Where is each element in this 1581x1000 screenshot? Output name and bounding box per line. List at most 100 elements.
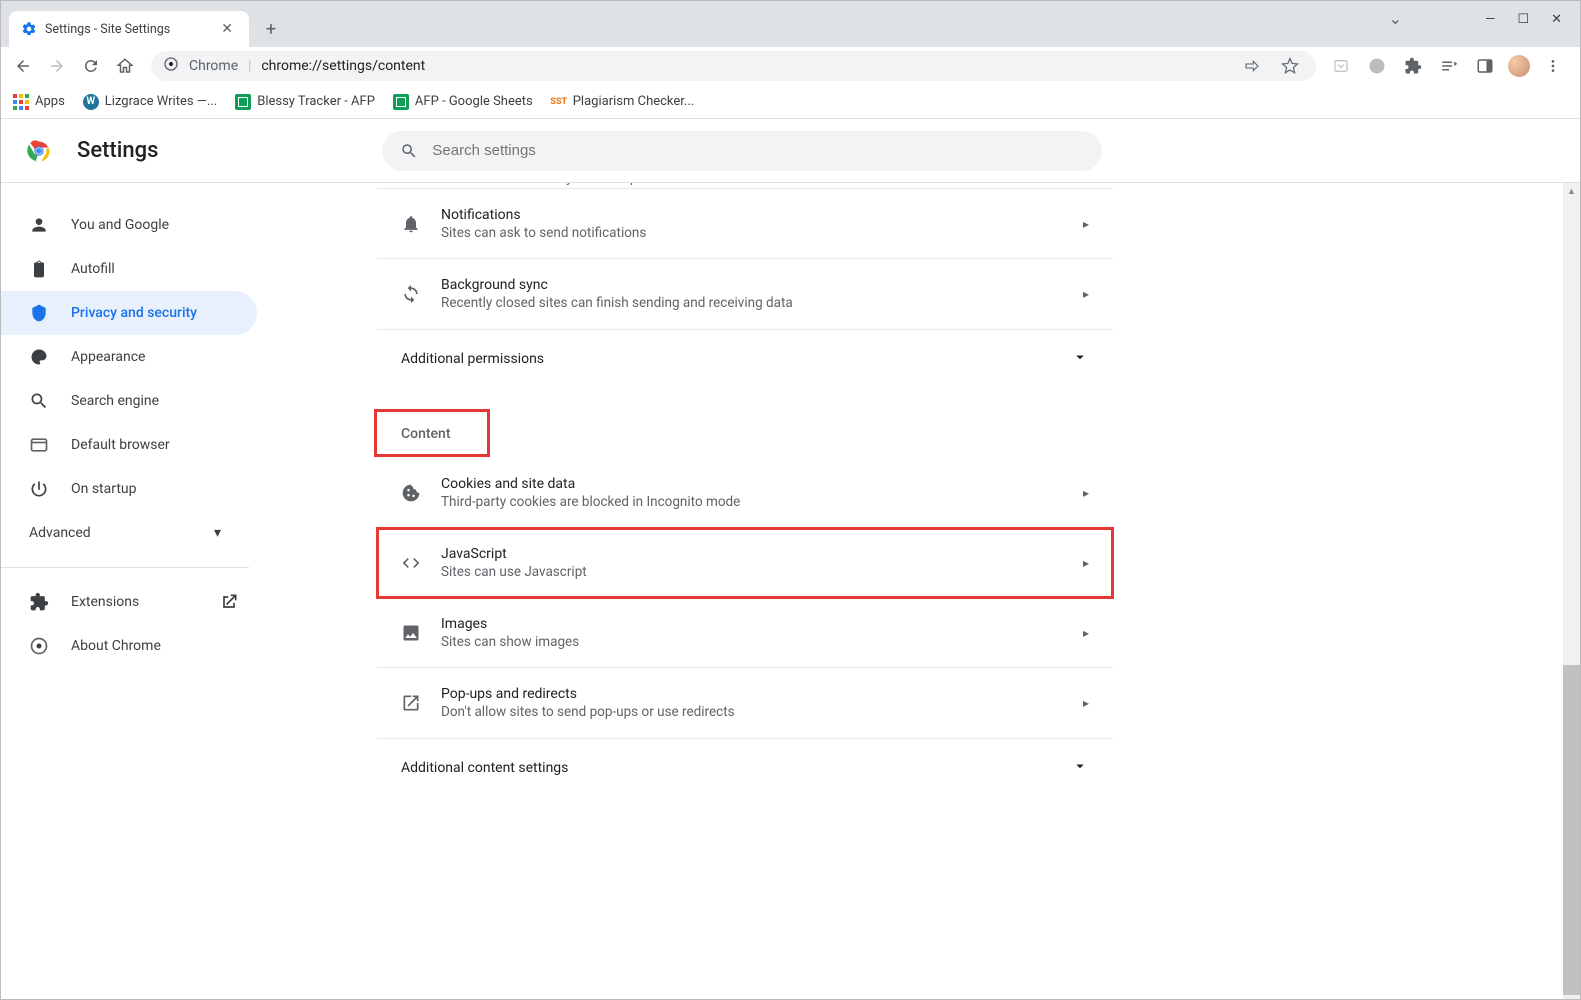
row-notifications[interactable]: Notifications Sites can ask to send noti… [377,189,1113,259]
chevron-down-icon: ▾ [214,525,221,541]
chevron-right-icon: ▸ [1083,696,1089,710]
maximize-button[interactable]: ☐ [1517,12,1529,27]
row-title: Images [441,616,1083,632]
chevron-down-icon [1071,348,1089,370]
palette-icon [29,347,49,367]
site-info-icon[interactable] [163,56,179,76]
sidepanel-icon[interactable] [1472,52,1498,80]
shield-icon [29,303,49,323]
content-section-label: Content [377,412,487,454]
window-controls: — ☐ ✕ [1471,1,1576,37]
bookmark-3[interactable]: AFP - Google Sheets [393,94,533,110]
bell-icon [401,214,441,234]
bookmark-star-icon[interactable] [1276,52,1304,80]
bookmark-1-label: Lizgrace Writes —... [105,94,217,109]
row-images[interactable]: Images Sites can show images ▸ [377,598,1113,668]
bookmarks-bar: Apps W Lizgrace Writes —... Blessy Track… [1,85,1580,119]
bookmark-4[interactable]: SST Plagiarism Checker... [551,94,694,110]
browser-icon [29,435,49,455]
address-bar[interactable]: Chrome | chrome://settings/content [151,51,1316,81]
sidebar-item-default-browser[interactable]: Default browser [1,423,257,467]
search-icon [29,391,49,411]
apps-label: Apps [35,94,65,109]
scrollbar-thumb[interactable] [1563,665,1580,995]
sidebar-item-privacy-security[interactable]: Privacy and security [1,291,257,335]
apps-shortcut[interactable]: Apps [13,94,65,110]
sidebar-label: Extensions [71,594,197,610]
home-button[interactable] [111,52,139,80]
open-external-icon [219,592,239,612]
additional-content-expander[interactable]: Additional content settings [377,738,1113,797]
settings-content: Sites can ask to use your microphone Not… [273,183,1580,999]
search-settings-input[interactable] [432,142,1084,159]
row-javascript[interactable]: JavaScript Sites can use Javascript ▸ [377,528,1113,598]
sidebar-item-you-and-google[interactable]: You and Google [1,203,257,247]
reload-button[interactable] [77,52,105,80]
sidebar-label: Search engine [71,393,159,409]
scroll-up-arrow[interactable]: ▲ [1563,183,1580,199]
additional-permissions-expander[interactable]: Additional permissions [377,329,1113,388]
clipped-row-subtitle: Sites can ask to use your microphone [443,183,667,186]
bookmark-4-label: Plagiarism Checker... [573,94,694,109]
chevron-down-icon [1071,757,1089,779]
page-scrollbar[interactable]: ▲ [1563,183,1580,999]
pocket-icon[interactable] [1328,52,1354,80]
row-popups[interactable]: Pop-ups and redirects Don't allow sites … [377,668,1113,738]
forward-button[interactable] [43,52,71,80]
close-window-button[interactable]: ✕ [1551,12,1562,27]
omnibox-url: chrome://settings/content [261,58,1228,74]
close-tab-button[interactable]: ✕ [217,19,237,39]
omnibox-sep: | [248,59,251,74]
gear-icon [21,21,37,37]
sidebar-label: Privacy and security [71,305,197,321]
chevron-right-icon: ▸ [1083,486,1089,500]
sidebar-label: About Chrome [71,638,161,654]
bookmark-1[interactable]: W Lizgrace Writes —... [83,94,217,110]
sidebar-item-extensions[interactable]: Extensions [1,580,257,624]
wordpress-icon: W [83,94,99,110]
back-button[interactable] [9,52,37,80]
settings-header: Settings [1,119,1580,183]
sidebar-label: You and Google [71,217,169,233]
sidebar-item-search-engine[interactable]: Search engine [1,379,257,423]
row-title: Background sync [441,277,1083,293]
search-settings-box[interactable] [382,131,1102,171]
row-title: Notifications [441,207,1083,223]
sidebar-item-autofill[interactable]: Autofill [1,247,257,291]
row-cookies[interactable]: Cookies and site data Third-party cookie… [377,458,1113,528]
sidebar-label: Default browser [71,437,170,453]
expander-label: Additional permissions [401,351,544,367]
settings-body: You and Google Autofill Privacy and secu… [1,183,1580,999]
sheets-icon [393,94,409,110]
settings-sidebar: You and Google Autofill Privacy and secu… [1,183,273,999]
sidebar-label: Autofill [71,261,115,277]
tab-title: Settings - Site Settings [45,22,209,37]
chevron-right-icon: ▸ [1083,217,1089,231]
account-icon[interactable] [1364,52,1390,80]
sidebar-item-on-startup[interactable]: On startup [1,467,257,511]
divider [1,567,249,568]
tab-search-button[interactable]: ⌄ [1389,9,1402,28]
clipboard-icon [29,259,49,279]
browser-toolbar: Chrome | chrome://settings/content [1,47,1580,85]
sst-icon: SST [551,94,567,110]
menu-button[interactable] [1540,52,1566,80]
row-title: JavaScript [441,546,1083,562]
chrome-logo-icon [25,137,53,165]
extensions-icon[interactable] [1400,52,1426,80]
row-background-sync[interactable]: Background sync Recently closed sites ca… [377,259,1113,329]
share-icon[interactable] [1238,52,1266,80]
row-subtitle: Recently closed sites can finish sending… [441,295,1083,311]
sidebar-item-about-chrome[interactable]: About Chrome [1,624,257,668]
minimize-button[interactable]: — [1485,12,1495,27]
bookmark-2[interactable]: Blessy Tracker - AFP [235,94,375,110]
row-subtitle: Third-party cookies are blocked in Incog… [441,494,1083,510]
chevron-right-icon: ▸ [1083,287,1089,301]
profile-avatar[interactable] [1508,55,1530,77]
sidebar-advanced-toggle[interactable]: Advanced ▾ [1,511,249,555]
sidebar-item-appearance[interactable]: Appearance [1,335,257,379]
sidebar-label: Appearance [71,349,145,365]
media-icon[interactable] [1436,52,1462,80]
browser-tab[interactable]: Settings - Site Settings ✕ [9,11,249,47]
new-tab-button[interactable]: + [257,15,285,43]
